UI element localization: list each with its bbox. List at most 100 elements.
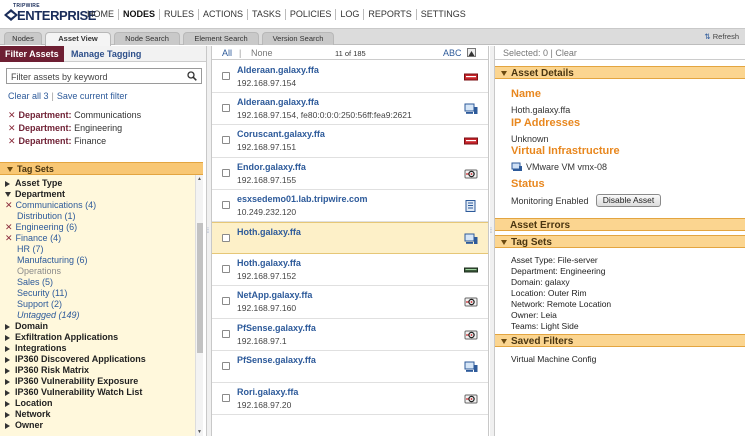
asset-name-link[interactable]: Alderaan.galaxy.ffa [237,65,319,75]
tab-node-search[interactable]: Node Search [114,32,180,45]
expanded-icon[interactable] [5,192,11,198]
disable-asset-button[interactable]: Disable Asset [596,194,661,207]
nav-reports[interactable]: REPORTS [363,9,415,20]
clear-all-link[interactable]: Clear all 3 [8,91,49,101]
search-icon[interactable] [187,71,197,81]
nav-settings[interactable]: SETTINGS [415,9,470,20]
asset-errors-header[interactable]: Asset Errors [495,218,745,231]
remove-chip-icon[interactable]: ✕ [8,123,16,133]
asset-checkbox[interactable] [222,168,230,177]
asset-checkbox[interactable] [222,393,230,402]
asset-checkbox[interactable] [222,265,230,274]
collapsed-icon[interactable] [5,422,10,429]
asset-row[interactable]: PfSense.galaxy.ffa 192.168.97.1 [212,318,488,351]
collapsed-icon[interactable] [5,334,10,341]
collapsed-icon[interactable] [5,367,10,374]
tag-item-selected[interactable]: ✕ Finance (4) [5,233,193,244]
tab-element-search[interactable]: Element Search [183,32,259,45]
asset-row[interactable]: Coruscant.galaxy.ffa 192.168.97.151 [212,125,488,158]
asset-name-link[interactable]: PfSense.galaxy.ffa [237,355,316,365]
asset-name-link[interactable]: Hoth.galaxy.ffa [237,227,301,237]
tag-item[interactable]: Security (11) [5,288,193,299]
asset-checkbox[interactable] [222,329,230,338]
scroll-down-icon[interactable]: ▼ [197,429,202,435]
tag-set-group[interactable]: Exfiltration Applications [5,332,193,343]
tag-set-group[interactable]: Department [5,189,193,200]
nav-nodes[interactable]: NODES [118,9,159,20]
asset-checkbox[interactable] [222,233,230,242]
collapsed-icon[interactable] [5,323,10,330]
save-filter-link[interactable]: Save current filter [57,91,128,101]
select-none-link[interactable]: None [251,48,273,58]
asset-row[interactable]: Rori.galaxy.ffa 192.168.97.20 [212,382,488,416]
saved-filter-item[interactable]: Virtual Machine Config [511,354,596,364]
tag-sets-header[interactable]: Tag Sets [0,162,203,175]
asset-name-link[interactable]: Endor.galaxy.ffa [237,162,306,172]
tag-set-group[interactable]: Network [5,409,193,420]
nav-home[interactable]: HOME [83,9,118,20]
tag-item[interactable]: Support (2) [5,299,193,310]
sort-direction-icon[interactable] [467,48,476,57]
tag-set-group[interactable]: Integrations [5,343,193,354]
saved-filters-header[interactable]: Saved Filters [495,334,745,347]
tab-asset-view[interactable]: Asset View [45,32,111,46]
tag-item-selected[interactable]: ✕ Engineering (6) [5,222,193,233]
asset-checkbox[interactable] [222,136,230,145]
tag-item[interactable]: Sales (5) [5,277,193,288]
scroll-thumb[interactable] [197,223,203,353]
asset-checkbox[interactable] [222,297,230,306]
tag-item[interactable]: Untagged (149) [5,310,193,321]
sort-label[interactable]: ABC [443,48,462,58]
remove-chip-icon[interactable]: ✕ [8,110,16,120]
asset-row[interactable]: Alderaan.galaxy.ffa 192.168.97.154 [212,61,488,94]
tag-sets-header[interactable]: Tag Sets [495,235,745,248]
collapsed-icon[interactable] [5,400,10,407]
collapsed-icon[interactable] [5,356,10,363]
remove-tag-icon[interactable]: ✕ [5,233,13,243]
scroll-up-icon[interactable]: ▲ [197,176,202,182]
clear-selection-link[interactable]: Clear [555,48,577,58]
asset-search-input[interactable]: Filter assets by keyword [6,68,202,84]
tag-set-group[interactable]: IP360 Vulnerability Exposure [5,376,193,387]
nav-policies[interactable]: POLICIES [284,9,336,20]
nav-actions[interactable]: ACTIONS [198,9,247,20]
asset-checkbox[interactable] [222,104,230,113]
remove-chip-icon[interactable]: ✕ [8,136,16,146]
tag-item-selected[interactable]: ✕ Communications (4) [5,200,193,211]
tag-item[interactable]: Operations [5,266,193,277]
collapsed-icon[interactable] [5,378,10,385]
asset-name-link[interactable]: NetApp.galaxy.ffa [237,290,312,300]
select-all-link[interactable]: All [222,48,232,58]
collapsed-icon[interactable] [5,389,10,396]
tab-nodes[interactable]: Nodes [4,32,42,45]
asset-name-link[interactable]: Alderaan.galaxy.ffa [237,97,319,107]
asset-checkbox[interactable] [222,200,230,209]
tag-set-group[interactable]: Location [5,398,193,409]
asset-checkbox[interactable] [222,361,230,370]
asset-name-link[interactable]: Hoth.galaxy.ffa [237,258,301,268]
asset-row[interactable]: Alderaan.galaxy.ffa 192.168.97.154, fe80:… [212,93,488,126]
asset-row[interactable]: Hoth.galaxy.ffa 192.168.97.152 [212,254,488,287]
asset-row[interactable]: Endor.galaxy.ffa 192.168.97.155 [212,157,488,190]
scrollbar[interactable]: ▲ ▼ [195,175,203,436]
nav-log[interactable]: LOG [335,9,363,20]
asset-checkbox[interactable] [222,72,230,80]
tab-version-search[interactable]: Version Search [262,32,334,45]
asset-name-link[interactable]: esxsedemo01.lab.tripwire.com [237,194,368,204]
tag-set-group[interactable]: Asset Type [5,178,193,189]
tag-item[interactable]: Manufacturing (6) [5,255,193,266]
asset-details-header[interactable]: Asset Details [495,66,745,79]
tag-set-group[interactable]: IP360 Discovered Applications [5,354,193,365]
asset-name-link[interactable]: PfSense.galaxy.ffa [237,323,316,333]
tag-set-group[interactable]: Owner [5,420,193,431]
nav-rules[interactable]: RULES [159,9,198,20]
tag-set-group[interactable]: IP360 Vulnerability Watch List [5,387,193,398]
refresh-button[interactable]: ⇅ Refresh [704,32,739,41]
tag-item[interactable]: Distribution (1) [5,211,193,222]
tripwire-logo[interactable]: TRIPWIRE ENTERPRISE [4,3,96,26]
tag-set-group[interactable]: Domain [5,321,193,332]
asset-row[interactable]: PfSense.galaxy.ffa [212,350,488,383]
tag-item[interactable]: HR (7) [5,244,193,255]
filter-assets-tab[interactable]: Filter Assets [0,46,64,62]
asset-row[interactable]: NetApp.galaxy.ffa 192.168.97.160 [212,286,488,319]
